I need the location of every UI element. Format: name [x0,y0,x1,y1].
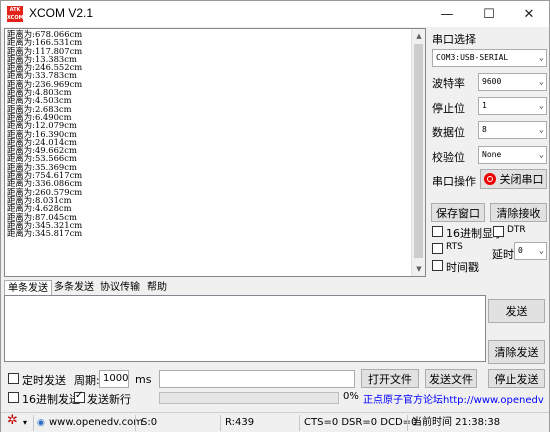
chevron-down-icon[interactable]: ▾ [23,416,27,430]
operation-label: 串口操作 [432,175,476,188]
baud-select[interactable]: 9600 ⌄ [478,73,547,91]
databits-select[interactable]: 8 ⌄ [478,121,547,139]
period-input[interactable]: 1000 [99,370,129,388]
status-sent: S:0 [141,417,158,428]
forum-url: http://www.openedv [443,395,544,406]
title-bar: ATK XCOM XCOM V2.1 — ☐ ✕ [1,1,549,27]
delay-select[interactable]: 0 ⌄ [514,242,547,260]
timestamp-checkbox[interactable] [432,260,443,271]
timestamp-label: 时间戳 [446,261,479,274]
send-newline-label: 发送新行 [87,393,131,406]
scroll-down-icon[interactable]: ▼ [412,262,425,276]
receive-textarea[interactable]: 距离为:678.066cm 距离为:166.531cm 距离为:117.807cm 距… [4,28,426,277]
clear-send-button[interactable]: 清除发送 [488,340,545,364]
xcom-window: ATK XCOM XCOM V2.1 — ☐ ✕ 距离为:678.066cm 距离… [0,0,550,432]
timed-send-checkbox[interactable] [8,373,19,384]
chevron-down-icon: ⌄ [538,125,544,135]
status-url[interactable]: www.openedv.com [49,416,143,430]
parity-value: None [482,150,502,159]
receive-scrollbar[interactable]: ▲ ▼ [411,29,425,276]
scroll-thumb[interactable] [414,44,423,258]
send-newline-checkbox[interactable] [74,390,85,403]
forum-text: 正点原子官方论坛 [363,395,443,406]
status-bar: ✲ ▾ ◉ www.openedv.com S:0 R:439 CTS=0 DS… [1,412,549,432]
baud-value: 9600 [482,77,502,86]
hex-send-checkbox[interactable] [8,392,19,403]
close-port-button[interactable]: 关闭串口 [480,169,547,189]
tab-multi-send[interactable]: 多条发送 [51,280,97,295]
stopbits-value: 1 [482,101,487,110]
parity-label: 校验位 [432,151,465,164]
databits-label: 数据位 [432,126,465,139]
progress-text: 0% [343,391,359,402]
forum-link[interactable]: 正点原子官方论坛http://www.openedv [363,391,544,406]
maximize-button[interactable]: ☐ [469,1,509,27]
send-textarea[interactable] [4,295,486,362]
baud-label: 波特率 [432,77,465,90]
hex-display-checkbox[interactable] [432,226,443,237]
hex-send-label: 16进制发送 [22,393,80,406]
timed-send-label: 定时发送 [22,374,66,387]
file-path-input[interactable] [159,370,355,388]
period-unit: ms [135,373,152,386]
close-port-label: 关闭串口 [499,173,544,186]
globe-icon: ◉ [37,418,45,428]
open-file-button[interactable]: 打开文件 [361,369,419,388]
minimize-button[interactable]: — [427,1,467,27]
delay-value: 0 [518,246,523,255]
databits-value: 8 [482,125,487,134]
close-button[interactable]: ✕ [509,1,549,27]
port-status-icon [483,173,496,185]
status-time: 当前时间 21:38:38 [412,417,501,428]
chevron-down-icon: ⌄ [538,246,544,256]
send-file-button[interactable]: 发送文件 [425,369,477,388]
settings-gear-icon[interactable]: ✲ [7,414,18,428]
send-button[interactable]: 发送 [488,299,545,323]
rts-checkbox[interactable] [432,243,443,254]
stopbits-label: 停止位 [432,102,465,115]
parity-select[interactable]: None ⌄ [478,146,547,164]
delay-label: 延时 [492,248,514,261]
receive-lines: 距离为:678.066cm 距离为:166.531cm 距离为:117.807cm 距… [7,30,83,239]
status-signals: CTS=0 DSR=0 DCD=0 [304,417,418,428]
save-window-button[interactable]: 保存窗口 [431,203,485,222]
send-progress-bar [159,392,339,404]
chevron-down-icon: ⌄ [538,77,544,87]
chevron-down-icon: ⌄ [538,101,544,111]
stopbits-select[interactable]: 1 ⌄ [478,97,547,115]
port-select[interactable]: COM3:USB-SERIAL ⌄ [432,49,547,67]
clear-receive-button[interactable]: 清除接收 [490,203,547,222]
tab-single-send[interactable]: 单条发送 [4,280,52,295]
tab-help[interactable]: 帮助 [144,280,170,295]
scroll-up-icon[interactable]: ▲ [412,29,425,43]
chevron-down-icon: ⌄ [538,53,544,63]
status-received: R:439 [225,417,255,428]
stop-send-button[interactable]: 停止发送 [488,369,545,388]
chevron-down-icon: ⌄ [538,150,544,160]
period-label: 周期: [74,374,100,387]
receive-line: 距离为:345.817cm [7,228,83,239]
rts-label: RTS [446,242,463,252]
dtr-label: DTR [507,225,526,235]
port-select-label: 串口选择 [432,33,476,46]
port-select-value: COM3:USB-SERIAL [436,53,509,62]
dtr-checkbox[interactable] [493,226,504,237]
window-title: XCOM V2.1 [29,6,94,20]
app-logo-icon: ATK XCOM [7,6,23,22]
tab-protocol[interactable]: 协议传输 [97,280,143,295]
